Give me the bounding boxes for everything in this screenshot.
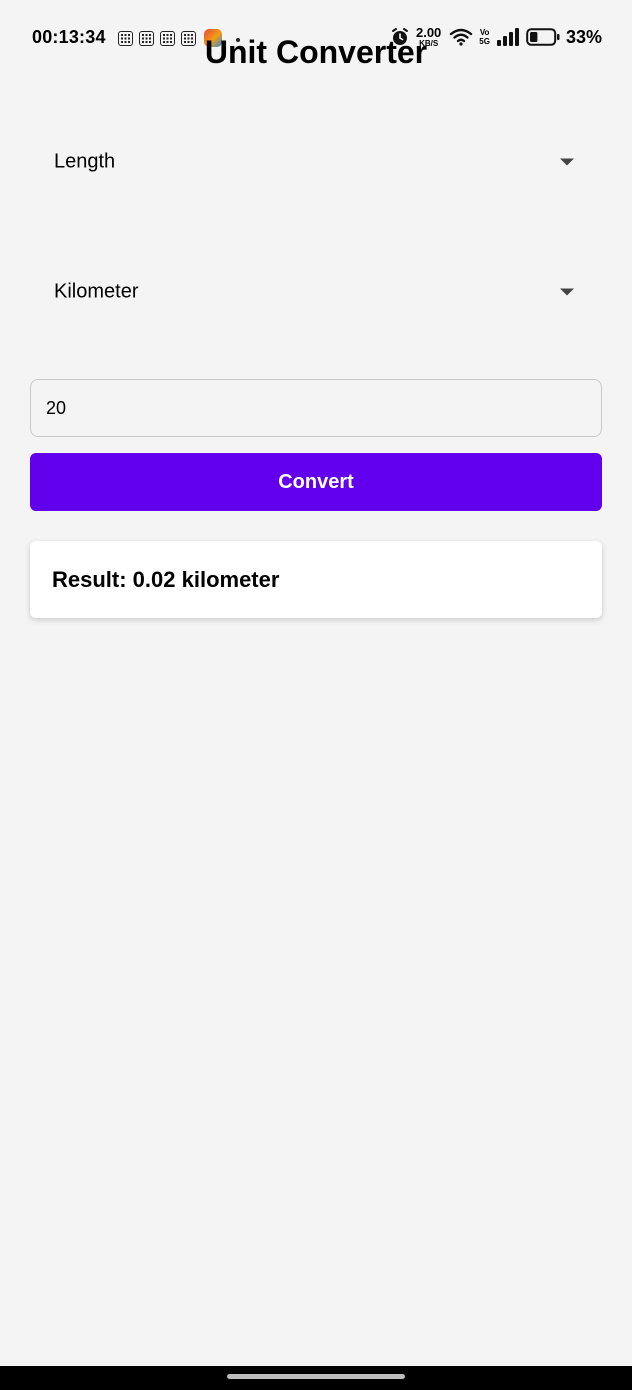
navigation-bar [0,1366,632,1390]
home-indicator[interactable] [227,1374,405,1379]
category-dropdown[interactable]: Length [30,130,602,194]
unit-dropdown-value: Kilometer [54,280,139,303]
page-title: Unit Converter [204,34,428,70]
value-input[interactable] [30,379,602,437]
chevron-down-icon [560,288,574,296]
unit-dropdown[interactable]: Kilometer [30,260,602,324]
chevron-down-icon [560,158,574,166]
category-dropdown-value: Length [54,150,116,173]
convert-button[interactable]: Convert [30,453,602,511]
result-card: Result: 0.02 kilometer [30,541,602,618]
app-screen: 00:13:34 2.00 KB/S Vo 5G 33% Unit Conver… [0,0,632,1390]
result-text: Result: 0.02 kilometer [52,566,280,592]
